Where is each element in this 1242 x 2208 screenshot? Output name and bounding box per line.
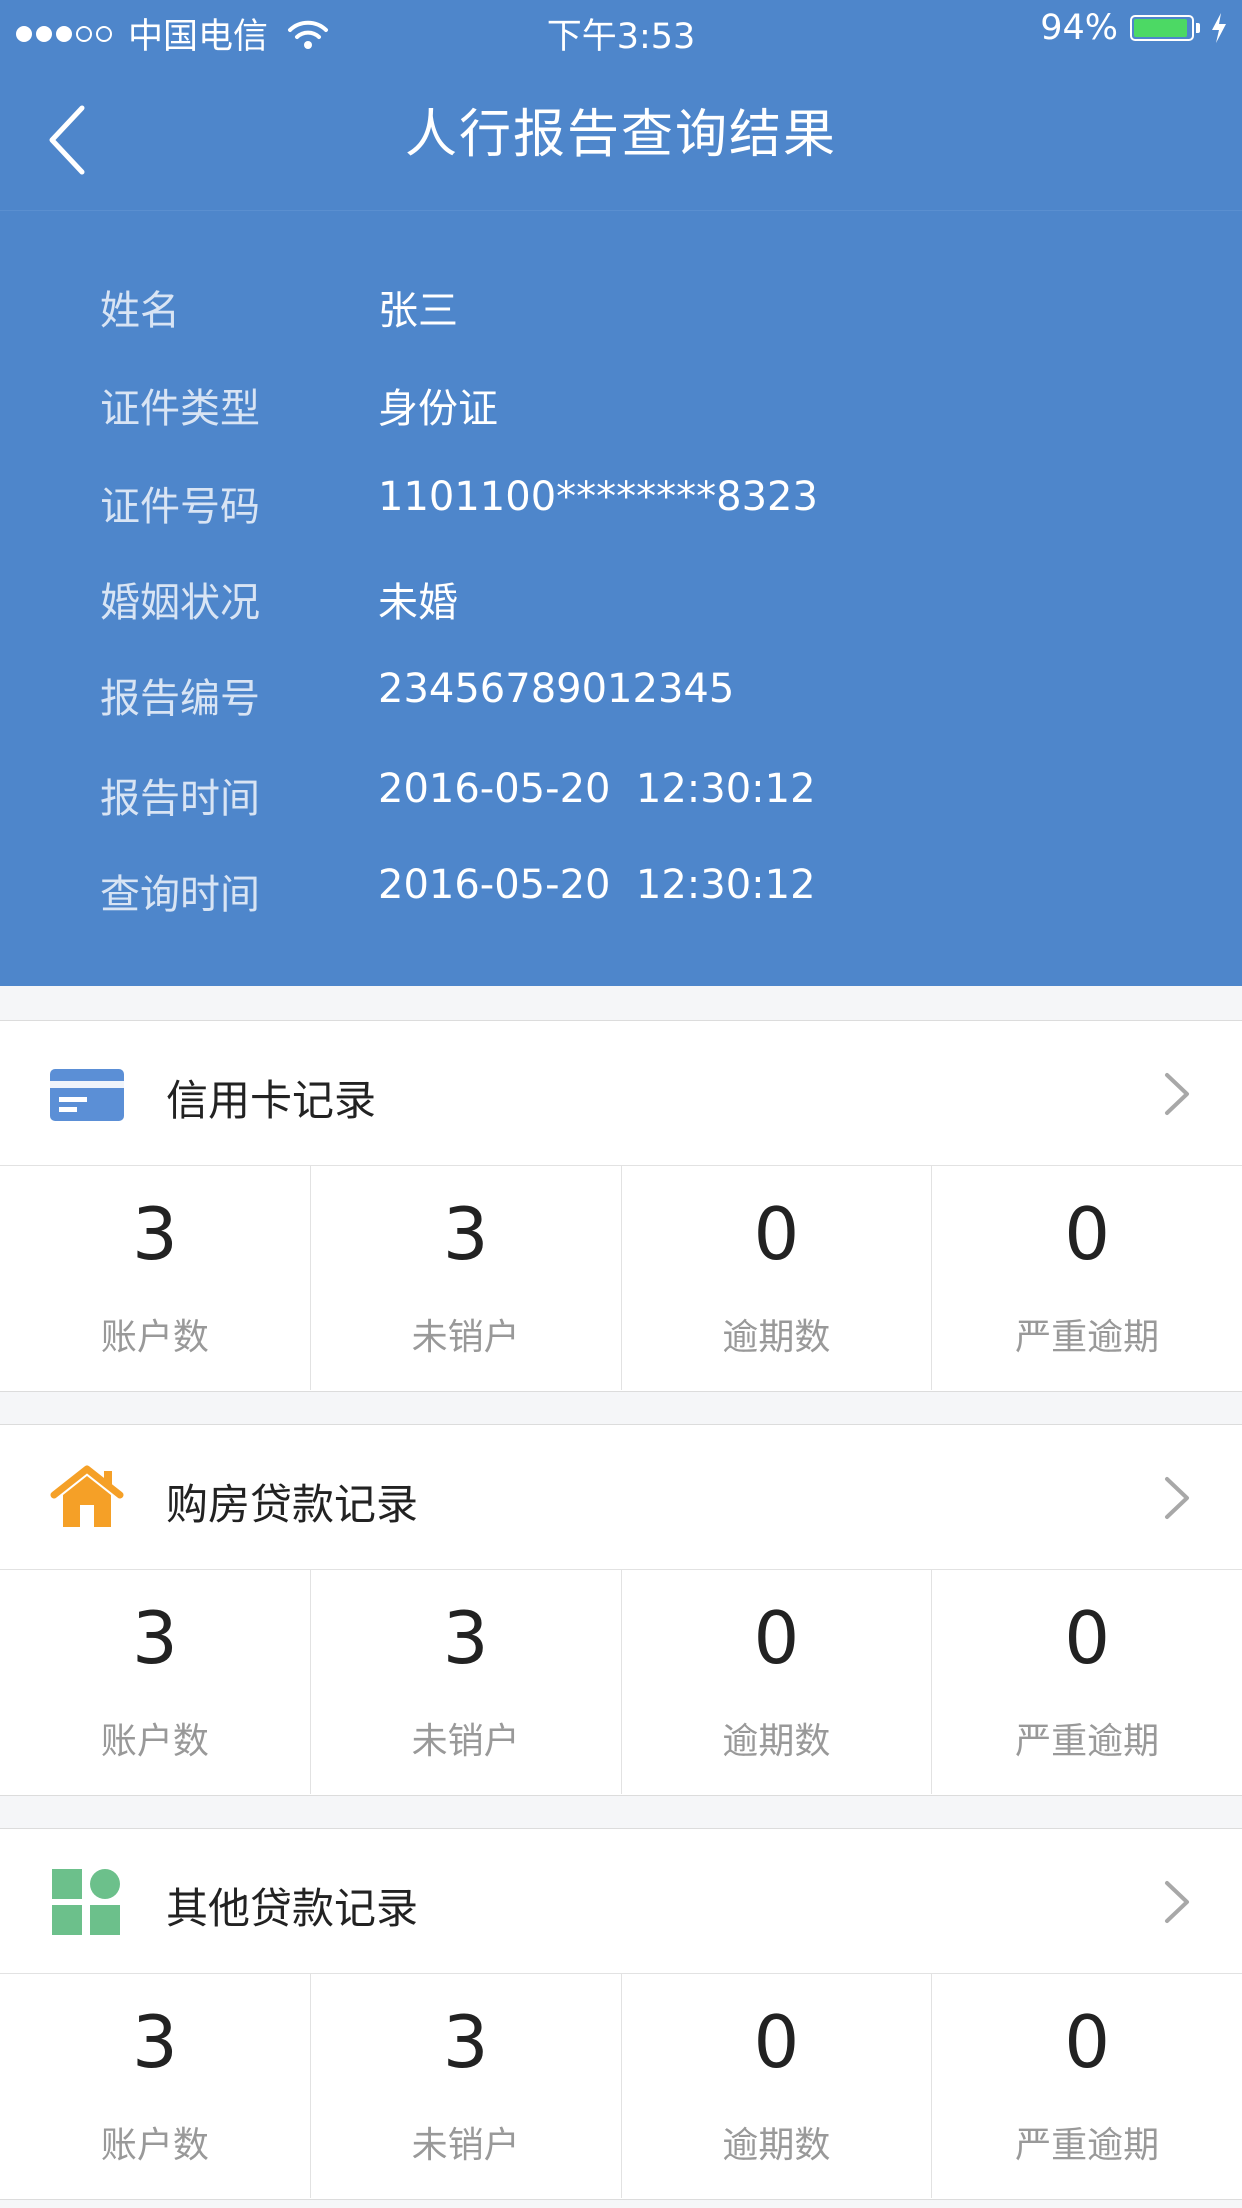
- chevron-right-icon: [1165, 1477, 1189, 1519]
- stat-label: 未销户: [411, 1317, 520, 1358]
- section-credit-card: 信用卡记录 3 账户数 3 未销户 0 逾期数 0 严重逾期: [0, 1020, 1242, 1392]
- info-label: 查询时间: [100, 872, 260, 918]
- page-title: 人行报告查询结果: [404, 105, 837, 165]
- info-value: 张三: [378, 288, 458, 334]
- stat-value: 0: [753, 1596, 800, 1680]
- info-row-report-time: 报告时间 2016-05-20 12:30:12: [0, 766, 1242, 826]
- chevron-right-icon: [1165, 1881, 1189, 1923]
- stat-open-accounts[interactable]: 3 未销户: [311, 1570, 622, 1794]
- stat-label: 逾期数: [722, 1317, 831, 1358]
- stat-label: 未销户: [411, 2125, 520, 2166]
- stat-label: 严重逾期: [1015, 1721, 1160, 1762]
- stat-value: 3: [131, 2000, 178, 2084]
- info-row-marital: 婚姻状况 未婚: [0, 570, 1242, 630]
- section-title: 其他贷款记录: [166, 1884, 419, 1933]
- info-value: 身份证: [378, 386, 498, 432]
- stat-value: 3: [442, 2000, 489, 2084]
- stat-severe-overdue[interactable]: 0 严重逾期: [932, 1570, 1242, 1794]
- stat-overdue[interactable]: 0 逾期数: [622, 1974, 933, 2198]
- info-label: 证件类型: [100, 386, 260, 432]
- status-bar: 中国电信 下午3:53 94%: [0, 0, 1242, 62]
- stat-label: 逾期数: [722, 1721, 831, 1762]
- info-row-id-number: 证件号码 1101100********8323: [0, 474, 1242, 534]
- stat-severe-overdue[interactable]: 0 严重逾期: [932, 1166, 1242, 1390]
- status-right: 94%: [1040, 8, 1228, 48]
- info-label: 姓名: [100, 288, 180, 334]
- stat-label: 严重逾期: [1015, 2125, 1160, 2166]
- stats-row: 3 账户数 3 未销户 0 逾期数 0 严重逾期: [0, 1974, 1242, 2198]
- stat-value: 3: [442, 1596, 489, 1680]
- stat-open-accounts[interactable]: 3 未销户: [311, 1166, 622, 1390]
- section-header-mortgage[interactable]: 购房贷款记录: [0, 1425, 1242, 1570]
- stat-label: 账户数: [100, 1721, 209, 1762]
- info-row-id-type: 证件类型 身份证: [0, 376, 1242, 436]
- stat-value: 3: [131, 1192, 178, 1276]
- stat-open-accounts[interactable]: 3 未销户: [311, 1974, 622, 2198]
- stat-label: 未销户: [411, 1721, 520, 1762]
- stat-value: 0: [1064, 1192, 1111, 1276]
- house-icon: [50, 1465, 124, 1527]
- stat-accounts[interactable]: 3 账户数: [0, 1166, 311, 1390]
- section-header-other-loans[interactable]: 其他贷款记录: [0, 1829, 1242, 1974]
- section-other-loans: 其他贷款记录 3 账户数 3 未销户 0 逾期数 0 严重逾期: [0, 1828, 1242, 2200]
- stat-overdue[interactable]: 0 逾期数: [622, 1570, 933, 1794]
- stat-severe-overdue[interactable]: 0 严重逾期: [932, 1974, 1242, 2198]
- stat-accounts[interactable]: 3 账户数: [0, 1570, 311, 1794]
- stats-row: 3 账户数 3 未销户 0 逾期数 0 严重逾期: [0, 1570, 1242, 1794]
- info-value: 23456789012345: [378, 666, 735, 712]
- info-label: 报告编号: [100, 676, 260, 722]
- battery-cap: [1196, 23, 1200, 33]
- section-mortgage: 购房贷款记录 3 账户数 3 未销户 0 逾期数 0 严重逾期: [0, 1424, 1242, 1796]
- battery-level: [1134, 19, 1187, 37]
- info-value: 未婚: [378, 580, 458, 626]
- stat-value: 0: [753, 1192, 800, 1276]
- section-header-credit-card[interactable]: 信用卡记录: [0, 1021, 1242, 1166]
- section-title: 购房贷款记录: [166, 1480, 419, 1529]
- chevron-right-icon: [1165, 1073, 1189, 1115]
- info-label: 证件号码: [100, 484, 260, 530]
- grid-icon: [52, 1869, 120, 1935]
- battery-percent: 94%: [1040, 8, 1118, 48]
- stats-row: 3 账户数 3 未销户 0 逾期数 0 严重逾期: [0, 1166, 1242, 1390]
- nav-bar: 人行报告查询结果: [0, 62, 1242, 211]
- info-value: 1101100********8323: [378, 474, 818, 520]
- stat-label: 逾期数: [722, 2125, 831, 2166]
- header-area: 中国电信 下午3:53 94% 人行报告查询结果 姓名 张三 证件类型 身份证 …: [0, 0, 1242, 986]
- info-value: 2016-05-20 12:30:12: [378, 766, 816, 812]
- info-label: 报告时间: [100, 776, 260, 822]
- stat-value: 0: [753, 2000, 800, 2084]
- info-value: 2016-05-20 12:30:12: [378, 862, 816, 908]
- stat-value: 3: [442, 1192, 489, 1276]
- credit-card-icon: [50, 1069, 124, 1121]
- stat-value: 3: [131, 1596, 178, 1680]
- charging-bolt-icon: [1212, 13, 1226, 43]
- stat-label: 严重逾期: [1015, 1317, 1160, 1358]
- stat-label: 账户数: [100, 1317, 209, 1358]
- section-title: 信用卡记录: [166, 1076, 377, 1125]
- stat-value: 0: [1064, 1596, 1111, 1680]
- info-row-name: 姓名 张三: [0, 278, 1242, 338]
- stat-value: 0: [1064, 2000, 1111, 2084]
- info-label: 婚姻状况: [100, 580, 260, 626]
- stat-overdue[interactable]: 0 逾期数: [622, 1166, 933, 1390]
- battery-icon: [1130, 15, 1194, 41]
- info-row-query-time: 查询时间 2016-05-20 12:30:12: [0, 862, 1242, 922]
- stat-accounts[interactable]: 3 账户数: [0, 1974, 311, 2198]
- info-row-report-number: 报告编号 23456789012345: [0, 666, 1242, 726]
- stat-label: 账户数: [100, 2125, 209, 2166]
